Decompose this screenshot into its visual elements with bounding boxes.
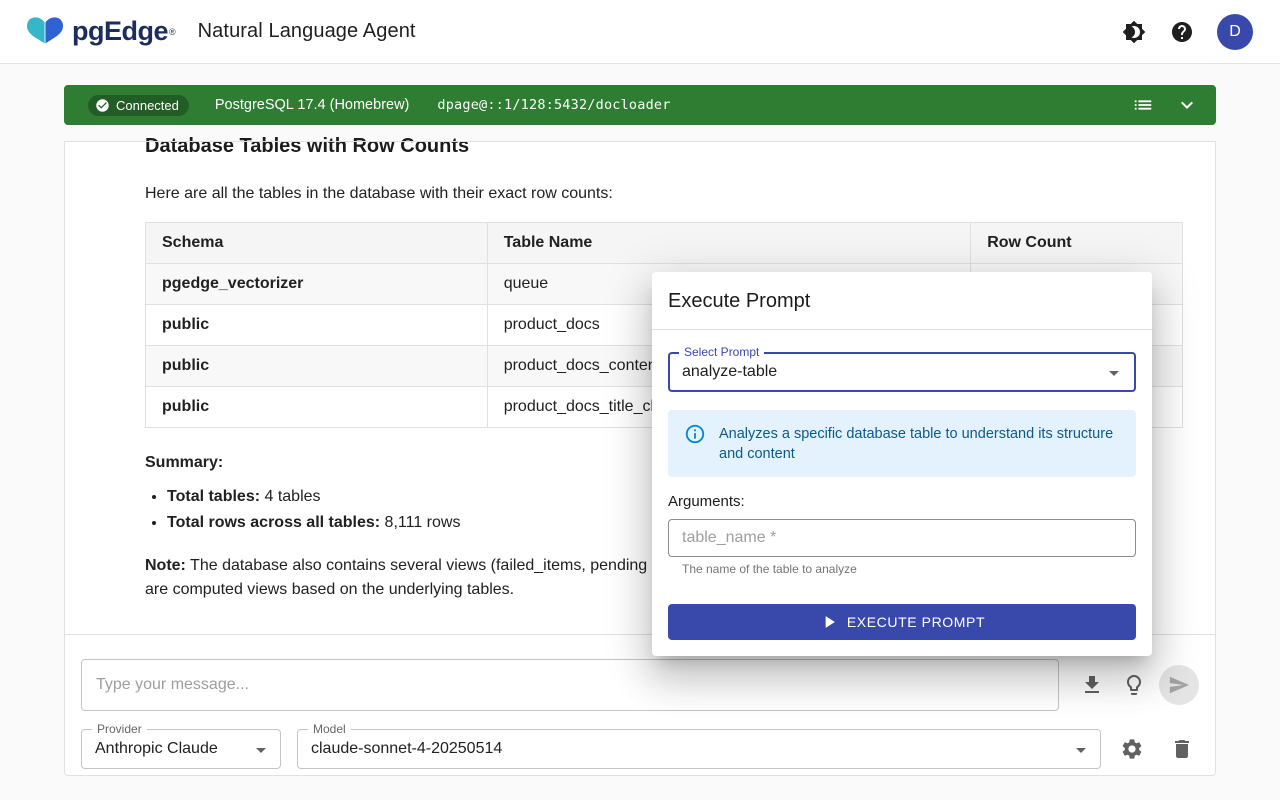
lightbulb-icon[interactable] <box>1121 672 1147 698</box>
cell-schema: pgedge_vectorizer <box>146 264 488 305</box>
arguments-label: Arguments: <box>668 493 1136 510</box>
table-header-row: Schema Table Name Row Count <box>146 223 1183 264</box>
caret-down-icon <box>249 738 273 762</box>
column-header-schema: Schema <box>146 223 488 264</box>
connection-dsn: dpage@::1/128:5432/docloader <box>437 97 670 113</box>
provider-select[interactable]: Provider Anthropic Claude <box>81 729 281 769</box>
cell-schema: public <box>146 387 488 428</box>
connection-collapse-chevron-icon[interactable] <box>1174 92 1200 118</box>
prompt-info-alert: Analyzes a specific database table to un… <box>668 410 1136 477</box>
connection-bar: Connected PostgreSQL 17.4 (Homebrew) dpa… <box>64 85 1216 125</box>
send-button[interactable] <box>1159 665 1199 705</box>
connection-list-icon[interactable] <box>1130 92 1156 118</box>
server-version: PostgreSQL 17.4 (Homebrew) <box>215 97 410 113</box>
info-icon <box>684 423 706 445</box>
message-intro: Here are all the tables in the database … <box>145 184 1181 204</box>
registered-mark: ® <box>169 27 176 37</box>
check-circle-icon <box>95 98 110 113</box>
cell-schema: public <box>146 346 488 387</box>
chat-message-input[interactable] <box>81 659 1059 711</box>
paper-plane-icon <box>1168 674 1190 696</box>
help-icon[interactable] <box>1169 19 1195 45</box>
pgedge-logo: pgEdge ® <box>24 14 176 50</box>
connection-status-badge: Connected <box>88 95 189 116</box>
model-select[interactable]: Model claude-sonnet-4-20250514 <box>297 729 1101 769</box>
model-select-label: Model <box>308 722 351 736</box>
caret-down-icon <box>1102 361 1126 385</box>
prompt-description: Analyzes a specific database table to un… <box>719 423 1120 464</box>
table-name-input[interactable] <box>668 519 1136 557</box>
pgedge-logo-icon <box>24 14 66 50</box>
caret-down-icon <box>1069 738 1093 762</box>
play-icon <box>819 612 839 632</box>
page-title: Natural Language Agent <box>198 20 416 43</box>
provider-select-value: Anthropic Claude <box>82 740 254 758</box>
user-avatar[interactable]: D <box>1217 14 1253 50</box>
download-icon[interactable] <box>1079 672 1105 698</box>
connection-status-label: Connected <box>116 98 179 113</box>
execute-prompt-dialog: Execute Prompt Select Prompt analyze-tab… <box>652 272 1152 656</box>
provider-select-label: Provider <box>92 722 147 736</box>
message-heading: Database Tables with Row Counts <box>145 132 1181 160</box>
input-helper-text: The name of the table to analyze <box>668 562 1136 576</box>
prompt-select-label: Select Prompt <box>679 345 764 359</box>
model-select-value: claude-sonnet-4-20250514 <box>298 740 538 758</box>
column-header-table-name: Table Name <box>487 223 971 264</box>
prompt-select[interactable]: Select Prompt analyze-table <box>668 352 1136 392</box>
cell-schema: public <box>146 305 488 346</box>
app-header: pgEdge ® Natural Language Agent D <box>0 0 1280 64</box>
dialog-title: Execute Prompt <box>652 272 1152 329</box>
pgedge-logo-text: pgEdge <box>72 16 168 47</box>
trash-icon[interactable] <box>1169 736 1195 762</box>
prompt-select-value: analyze-table <box>670 363 777 381</box>
theme-toggle-icon[interactable] <box>1121 19 1147 45</box>
column-header-row-count: Row Count <box>971 223 1183 264</box>
settings-gear-icon[interactable] <box>1119 736 1145 762</box>
execute-prompt-button[interactable]: EXECUTE PROMPT <box>668 604 1136 640</box>
